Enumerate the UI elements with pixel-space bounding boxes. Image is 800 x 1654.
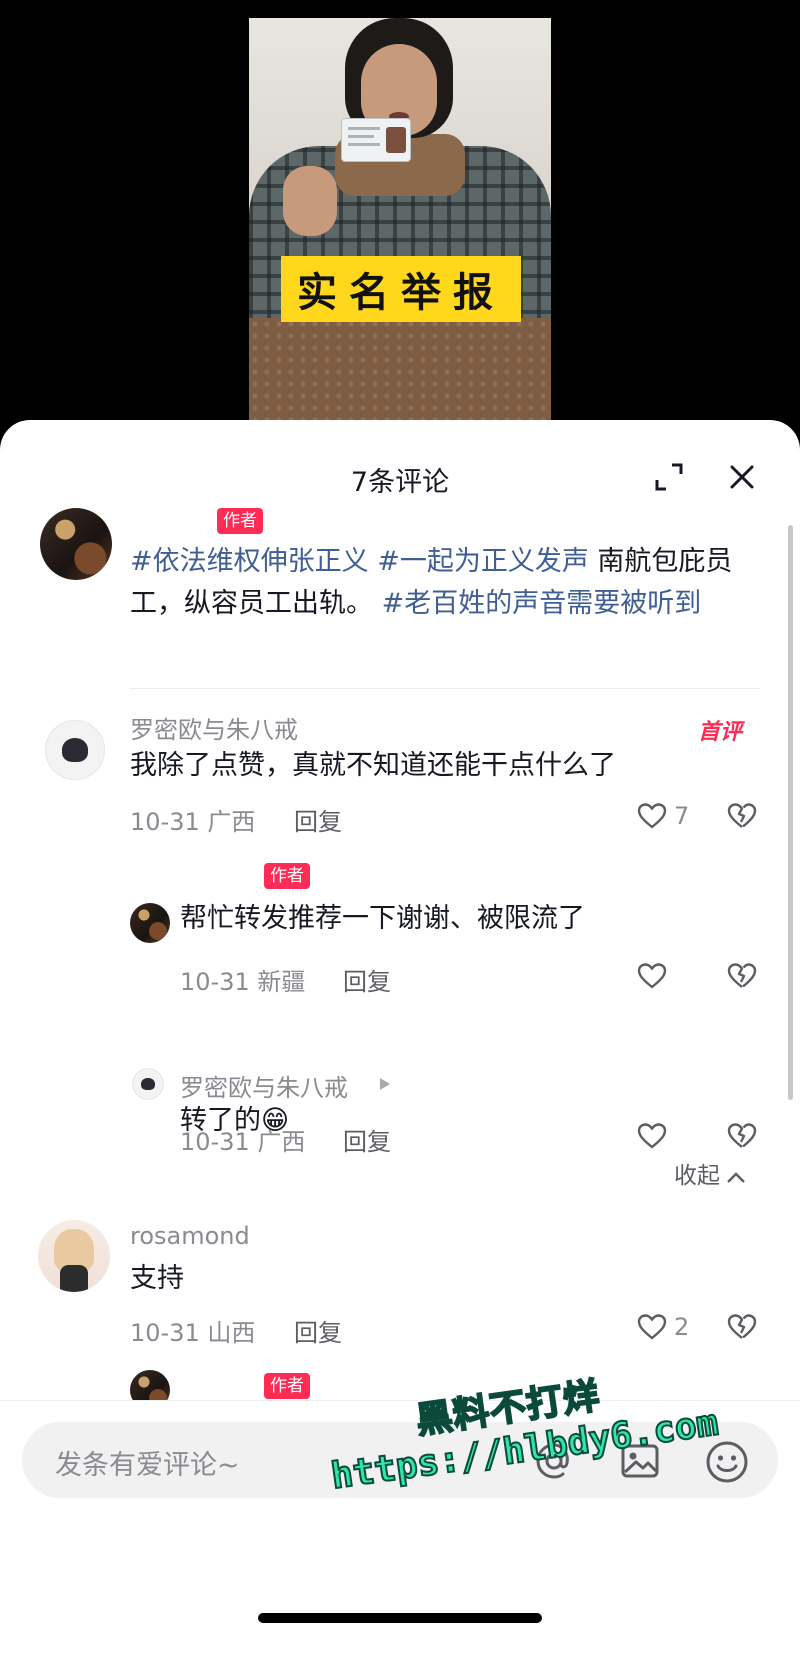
heart-icon[interactable]	[636, 1120, 668, 1152]
home-indicator[interactable]	[258, 1613, 542, 1623]
broken-heart-icon[interactable]	[726, 1120, 758, 1152]
heart-icon[interactable]	[636, 960, 668, 992]
at-mention-icon[interactable]	[532, 1439, 576, 1483]
comment-input-bar: 发条有爱评论~	[0, 1400, 800, 1654]
broken-heart-icon[interactable]	[726, 960, 758, 992]
reply-button[interactable]: 回复	[294, 1313, 342, 1348]
video-player[interactable]: 实名举报	[0, 0, 800, 440]
author-tag: 作者	[264, 1373, 310, 1399]
comment-date-location: 10-31 新疆	[180, 968, 306, 996]
comment-text: 帮忙转发推荐一下谢谢、被限流了	[180, 903, 585, 934]
first-comment-badge: 首评	[698, 720, 743, 745]
video-hand	[283, 166, 337, 236]
divider	[130, 688, 760, 689]
broken-heart-icon[interactable]	[726, 800, 758, 832]
author-tag: 作者	[217, 508, 263, 534]
user-avatar[interactable]	[45, 720, 105, 780]
id-card-line	[348, 135, 374, 138]
collapse-label: 收起	[674, 1163, 720, 1189]
comment-text: 我除了点赞，真就不知道还能干点什么了	[130, 750, 616, 781]
heart-icon[interactable]	[636, 1311, 668, 1343]
author-post-text: #依法维权伸张正义 #一起为正义发声 南航包庇员工，纵容员工出轨。 #老百姓的声…	[130, 541, 750, 625]
chevron-up-icon	[727, 1171, 745, 1183]
comment-date-location: 10-31 广西	[130, 808, 256, 836]
comment-sheet: 7条评论 作者 #依法维权伸张正义 #一起为正义发声 南航包庇员工，纵容员工出轨…	[0, 420, 800, 1654]
comment-date-location: 10-31 山西	[130, 1319, 256, 1347]
reply-button[interactable]: 回复	[343, 962, 391, 997]
comment-text: 支持	[130, 1263, 184, 1294]
user-avatar[interactable]	[132, 1068, 164, 1100]
video-banner: 实名举报	[281, 256, 521, 322]
comment-username[interactable]: 罗密欧与朱八戒	[130, 710, 298, 745]
author-avatar[interactable]	[130, 903, 170, 943]
expand-icon[interactable]	[652, 460, 686, 494]
collapse-replies-button[interactable]: 收起	[674, 1156, 746, 1190]
reply-button[interactable]: 回复	[294, 802, 342, 837]
id-card-line	[348, 143, 380, 146]
reply-button[interactable]: 回复	[343, 1122, 391, 1157]
scrollbar[interactable]	[788, 525, 793, 1100]
heart-icon[interactable]	[636, 800, 668, 832]
comment-username[interactable]: 罗密欧与朱八戒	[180, 1068, 348, 1103]
video-frame	[249, 18, 551, 422]
comment-input-placeholder: 发条有爱评论~	[55, 1450, 240, 1481]
comment-username[interactable]: rosamond	[130, 1222, 250, 1250]
video-fur	[249, 318, 551, 422]
comment-input[interactable]: 发条有爱评论~	[22, 1422, 778, 1498]
id-card-photo	[386, 127, 406, 153]
hashtag-link[interactable]: #依法维权伸张正义	[130, 546, 369, 577]
id-card-image	[341, 118, 411, 162]
id-card-line	[348, 127, 380, 130]
close-icon[interactable]	[725, 460, 759, 494]
reply-arrow-icon	[380, 1078, 390, 1090]
like-count: 7	[674, 802, 690, 830]
image-icon[interactable]	[618, 1439, 662, 1483]
author-avatar[interactable]	[40, 508, 112, 580]
broken-heart-icon[interactable]	[726, 1311, 758, 1343]
hashtag-link[interactable]: #一起为正义发声	[377, 546, 589, 577]
comment-date-location: 10-31 广西	[180, 1128, 306, 1156]
like-count: 2	[674, 1313, 690, 1341]
hashtag-link[interactable]: #老百姓的声音需要被听到	[382, 588, 702, 619]
user-avatar[interactable]	[38, 1220, 110, 1292]
emoji-icon[interactable]	[704, 1439, 750, 1485]
author-tag: 作者	[264, 863, 310, 889]
